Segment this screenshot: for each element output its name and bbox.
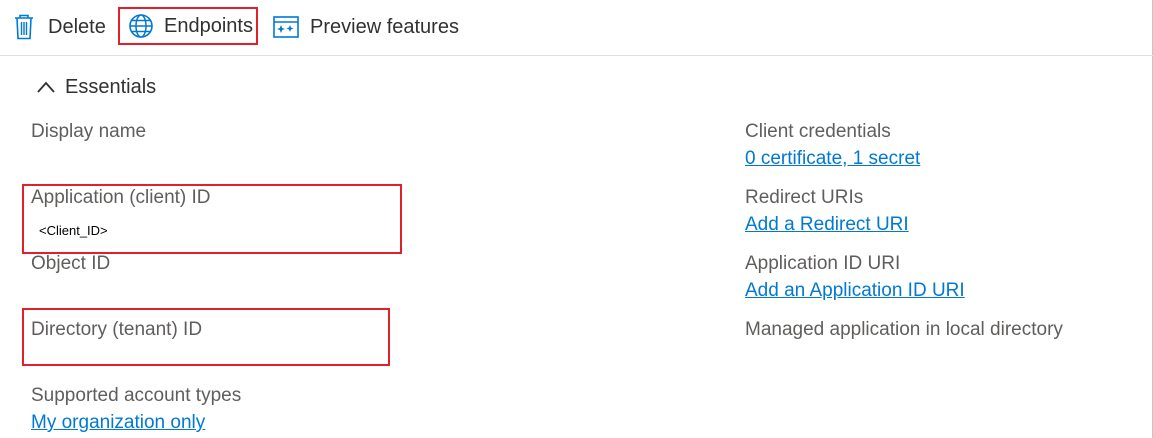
trash-icon: [12, 14, 36, 40]
app-registration-overview: Delete Endpoints Preview features Essent…: [0, 0, 1153, 438]
supported-account-types-label: Supported account types: [31, 385, 242, 406]
redirect-uris-label: Redirect URIs: [745, 187, 864, 208]
preview-features-icon: [273, 15, 299, 39]
client-credentials-link[interactable]: 0 certificate, 1 secret: [745, 148, 920, 170]
directory-tenant-id-label: Directory (tenant) ID: [31, 319, 203, 340]
endpoints-button[interactable]: Endpoints: [118, 7, 258, 45]
preview-features-button[interactable]: Preview features: [273, 8, 459, 46]
application-id-uri-link[interactable]: Add an Application ID URI: [745, 280, 965, 302]
client-credentials-label: Client credentials: [745, 121, 891, 142]
command-bar: Delete Endpoints Preview features: [0, 0, 1153, 56]
chevron-up-icon: [36, 80, 56, 94]
delete-label: Delete: [48, 15, 106, 38]
object-id-label: Object ID: [31, 253, 111, 274]
redirect-uris-link[interactable]: Add a Redirect URI: [745, 214, 909, 236]
essentials-toggle[interactable]: Essentials: [36, 74, 156, 100]
application-client-id-label: Application (client) ID: [31, 187, 211, 208]
supported-account-types-link[interactable]: My organization only: [31, 412, 205, 434]
display-name-label: Display name: [31, 121, 147, 142]
endpoints-label: Endpoints: [164, 14, 253, 37]
application-client-id-value[interactable]: <Client_ID>: [39, 223, 108, 238]
managed-application-label: Managed application in local directory: [745, 319, 1063, 340]
application-id-uri-label: Application ID URI: [745, 253, 901, 274]
delete-button[interactable]: Delete: [12, 8, 106, 46]
preview-features-label: Preview features: [310, 15, 459, 38]
essentials-title: Essentials: [65, 75, 157, 98]
globe-icon: [128, 13, 154, 39]
